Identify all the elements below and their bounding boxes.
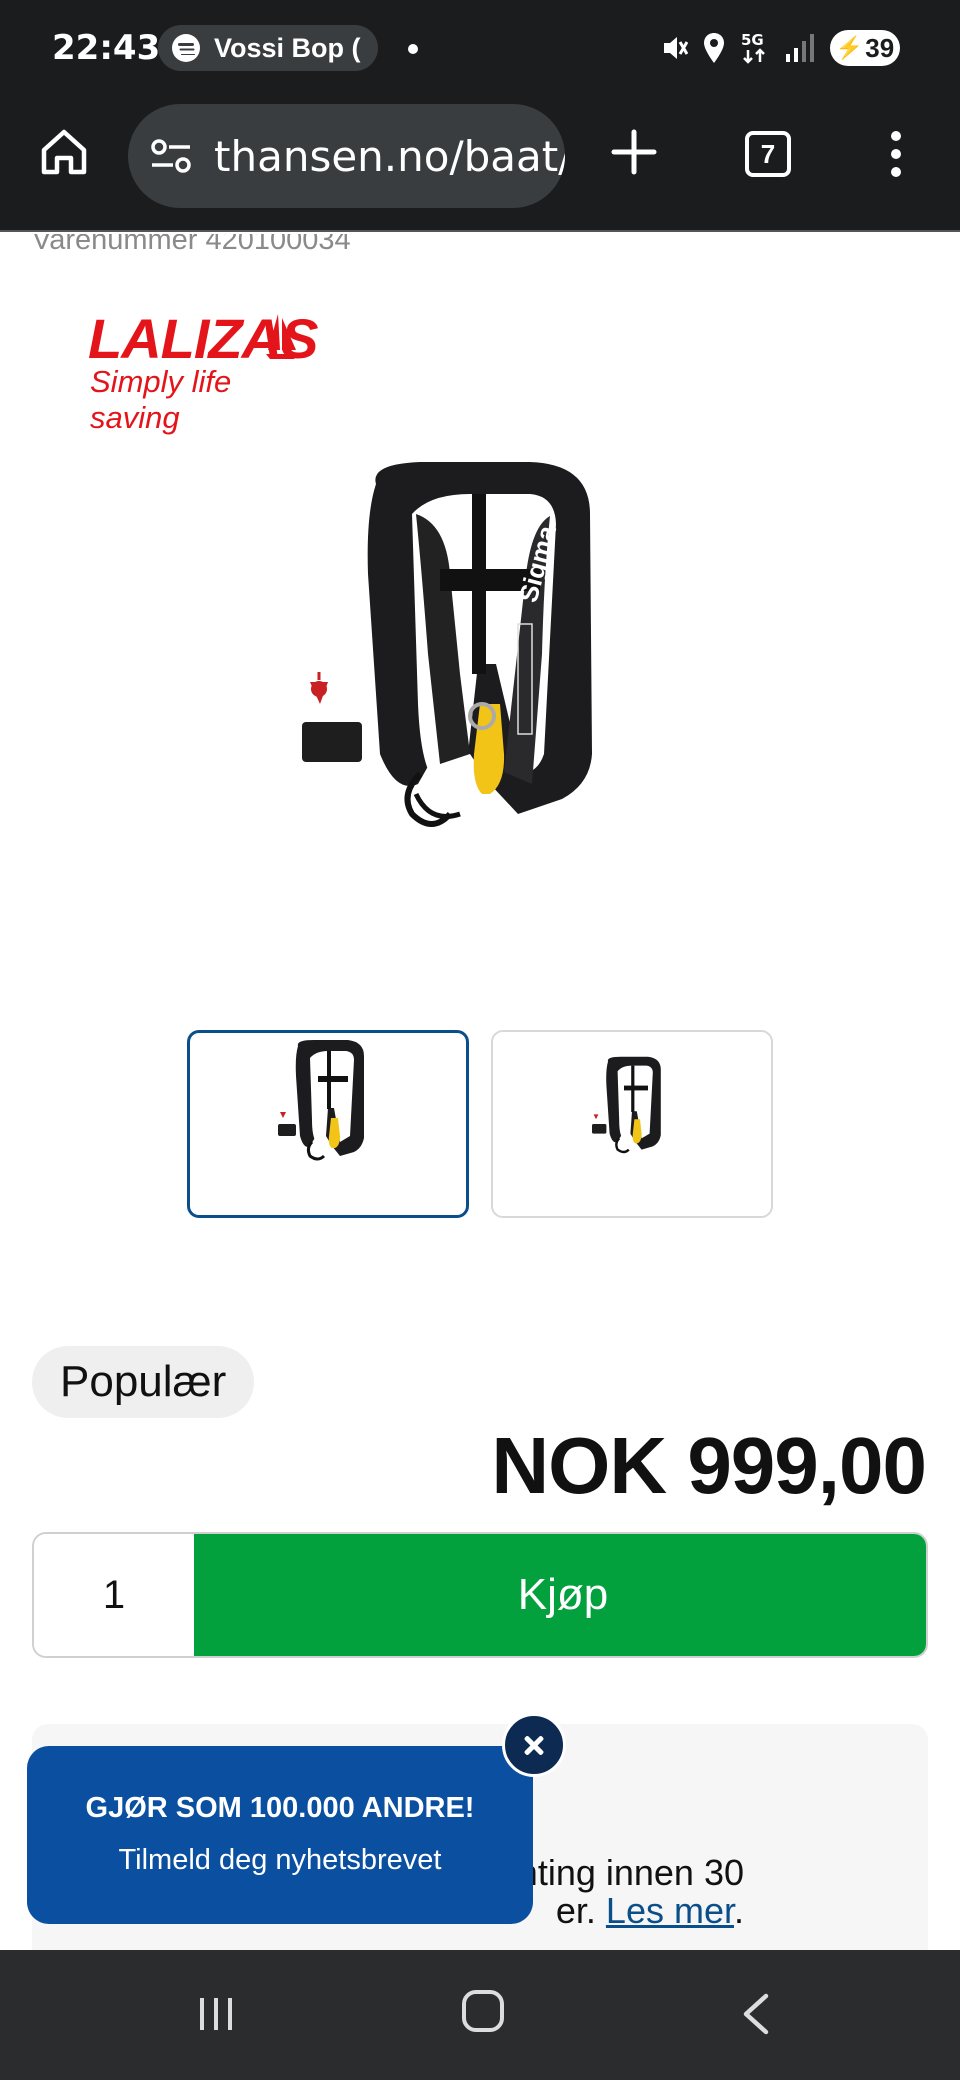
product-image[interactable]: Sigma <box>300 454 660 974</box>
tab-count: 7 <box>760 138 776 169</box>
brand-tagline: Simply life saving <box>90 364 232 435</box>
mute-icon <box>664 37 688 59</box>
home-icon[interactable] <box>38 126 90 178</box>
address-bar[interactable]: thansen.no/baat/ <box>128 104 565 208</box>
battery-charging-icon: ⚡ 39 <box>830 30 900 66</box>
recent-apps-icon[interactable] <box>196 1994 236 2034</box>
status-icons: 5G ⚡ 39 <box>660 26 900 70</box>
system-nav-bar <box>0 1950 960 2080</box>
signal-bars-icon <box>786 34 814 62</box>
info-line-2-suffix: . <box>733 1890 744 1931</box>
read-more-link[interactable]: Les mer <box>606 1890 734 1931</box>
browser-toolbar: thansen.no/baat/ 7 <box>0 96 960 232</box>
media-chip[interactable]: Vossi Bop ( <box>158 25 378 71</box>
brand-logo[interactable]: LALIZAS Simply life saving <box>88 306 318 435</box>
popup-subtitle: Tilmeld deg nyhetsbrevet <box>118 1844 442 1876</box>
site-settings-icon[interactable] <box>150 138 192 174</box>
close-icon[interactable] <box>502 1713 566 1777</box>
media-chip-text: Vossi Bop ( <box>214 33 361 63</box>
back-icon[interactable] <box>738 1992 772 2036</box>
battery-level: 39 <box>865 32 895 63</box>
popup-title: GJØR SOM 100.000 ANDRE! <box>85 1792 475 1824</box>
add-to-cart-row: Kjøp <box>32 1532 928 1658</box>
menu-icon[interactable] <box>888 131 904 177</box>
status-time: 22:43 <box>52 28 161 68</box>
new-tab-icon[interactable] <box>608 126 660 178</box>
5g-signal-icon: 5G <box>741 31 765 64</box>
thumbnail-2[interactable] <box>491 1030 773 1218</box>
article-number: Varenummer 420100034 <box>32 234 351 256</box>
thumbnail-2-image <box>592 1056 661 1154</box>
info-line-2-prefix: er. <box>555 1890 606 1931</box>
sailboat-icon <box>266 314 298 359</box>
spotify-icon <box>172 34 200 62</box>
thumbnail-1[interactable] <box>187 1030 469 1218</box>
svg-text:5G: 5G <box>741 31 764 49</box>
quantity-input[interactable] <box>34 1534 194 1656</box>
location-icon <box>704 33 724 63</box>
url-text: thansen.no/baat/ <box>214 132 565 181</box>
buy-button[interactable]: Kjøp <box>194 1534 926 1656</box>
product-page: Varenummer 420100034 LALIZAS Simply life… <box>0 234 960 1950</box>
status-bar: 22:43 Vossi Bop ( 5G ⚡ 39 <box>0 0 960 96</box>
notification-dot-icon <box>408 44 418 54</box>
product-price: NOK 999,00 <box>491 1421 927 1510</box>
tabs-icon[interactable]: 7 <box>745 131 791 177</box>
popular-badge: Populær <box>32 1346 255 1418</box>
nav-home-icon[interactable] <box>462 1990 504 2032</box>
newsletter-popup[interactable]: GJØR SOM 100.000 ANDRE! Tilmeld deg nyhe… <box>27 1746 533 1924</box>
thumbnail-1-image <box>278 1040 364 1161</box>
